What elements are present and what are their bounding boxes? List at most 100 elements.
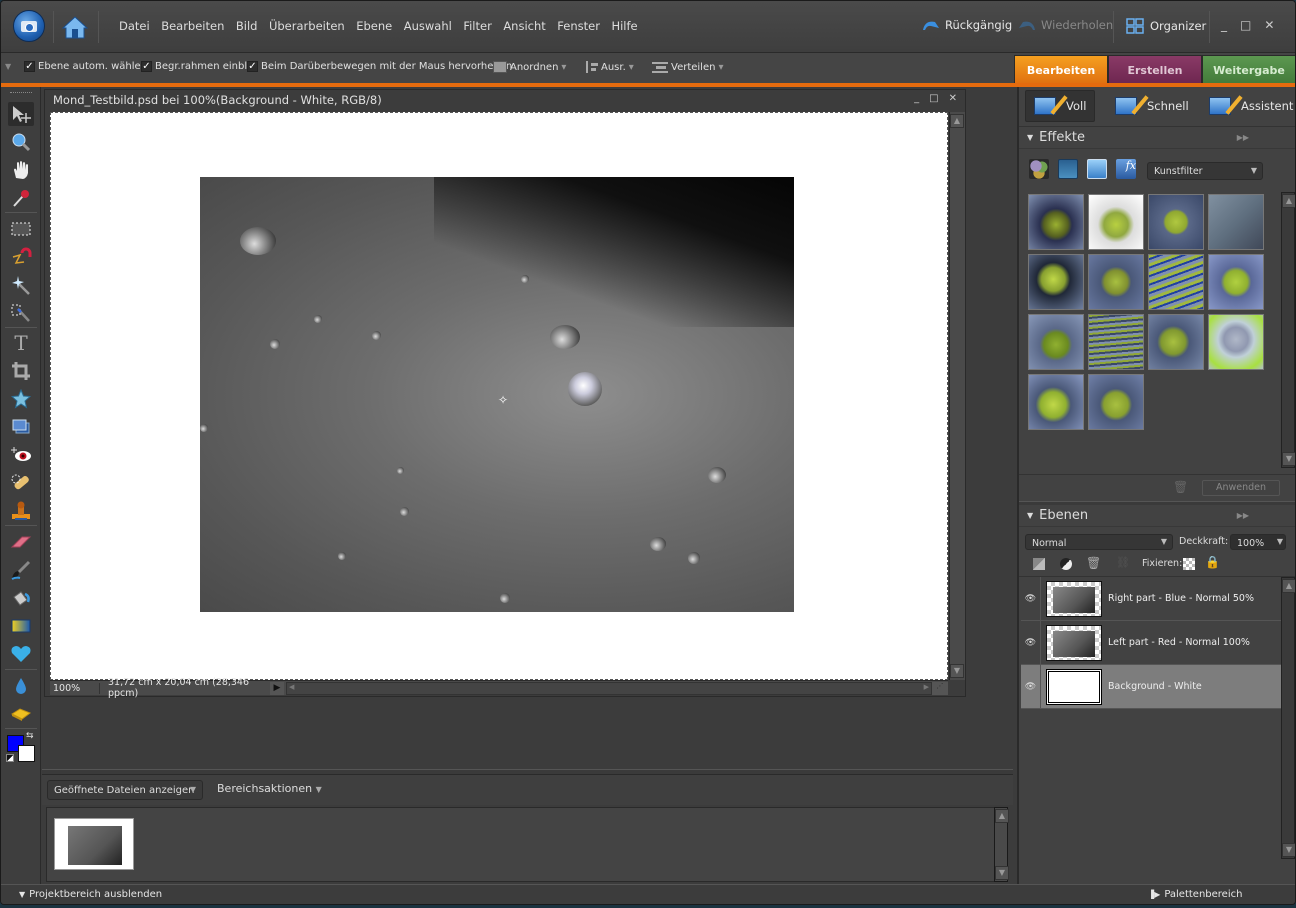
- magic-wand-tool-icon[interactable]: [8, 273, 34, 297]
- rectangular-marquee-tool-icon[interactable]: [8, 217, 34, 241]
- status-menu-arrow-icon[interactable]: ▶: [270, 681, 284, 695]
- align-dropdown[interactable]: Ausr. ▾: [586, 61, 634, 73]
- scroll-up-button[interactable]: ▲: [1282, 194, 1295, 208]
- effect-thumbnail[interactable]: [1208, 254, 1264, 310]
- scroll-up-button[interactable]: ▲: [1282, 579, 1295, 593]
- move-tool-icon[interactable]: [8, 102, 34, 126]
- layer-row[interactable]: 👁 Right part - Blue - Normal 50%: [1021, 576, 1281, 621]
- project-bin-scrollbar[interactable]: ▲ ▼: [994, 807, 1009, 882]
- menu-ebene[interactable]: Ebene: [356, 19, 392, 33]
- mode-assistent[interactable]: Assistent: [1209, 90, 1293, 122]
- sponge-tool-icon[interactable]: [8, 702, 34, 726]
- scroll-left-button[interactable]: ◀: [289, 683, 294, 691]
- visibility-eye-icon[interactable]: 👁: [1021, 576, 1041, 621]
- arrange-dropdown[interactable]: Anordnen ▾: [493, 61, 566, 73]
- effect-thumbnail[interactable]: [1088, 314, 1144, 370]
- red-eye-removal-tool-icon[interactable]: [8, 443, 34, 467]
- undo-button[interactable]: Rückgängig: [921, 18, 1012, 32]
- new-layer-icon[interactable]: [1033, 558, 1045, 570]
- scroll-down-button[interactable]: ▼: [1282, 843, 1295, 857]
- home-icon[interactable]: [62, 15, 88, 39]
- layers-scrollbar[interactable]: ▲ ▼: [1281, 577, 1295, 859]
- effect-thumbnail[interactable]: [1148, 254, 1204, 310]
- straighten-tool-icon[interactable]: [8, 415, 34, 439]
- auto-select-layer-checkbox[interactable]: ✓: [24, 61, 35, 72]
- menu-auswahl[interactable]: Auswahl: [404, 19, 452, 33]
- auto-select-layer-option[interactable]: ✓ Ebene autom. wählen: [24, 61, 147, 72]
- photo-effects-icon[interactable]: [1087, 159, 1107, 179]
- menu-hilfe[interactable]: Hilfe: [611, 19, 637, 33]
- blur-tool-icon[interactable]: [8, 674, 34, 698]
- bin-actions-menu[interactable]: Bereichsaktionen ▼: [217, 782, 322, 795]
- maximize-button[interactable]: □: [1240, 18, 1251, 32]
- lock-transparency-icon[interactable]: [1183, 558, 1195, 570]
- type-tool-icon[interactable]: T: [8, 331, 34, 355]
- app-logo-camera-icon[interactable]: [13, 10, 45, 42]
- gradient-tool-icon[interactable]: [8, 614, 34, 638]
- effects-scrollbar[interactable]: ▲ ▼: [1281, 192, 1295, 468]
- tab-erstellen[interactable]: Erstellen: [1108, 55, 1202, 85]
- doc-close-button[interactable]: ✕: [949, 93, 957, 104]
- effect-thumbnail[interactable]: [1208, 194, 1264, 250]
- effect-thumbnail[interactable]: [1028, 314, 1084, 370]
- tab-bearbeiten[interactable]: Bearbeiten: [1014, 55, 1108, 85]
- tab-weitergabe[interactable]: Weitergabe: [1202, 55, 1295, 85]
- layer-row[interactable]: 👁 Left part - Red - Normal 100%: [1021, 620, 1281, 665]
- effect-thumbnail[interactable]: [1028, 374, 1084, 430]
- spot-healing-brush-tool-icon[interactable]: [8, 471, 34, 495]
- link-layers-icon[interactable]: ⛓: [1116, 556, 1130, 569]
- lock-all-icon[interactable]: 🔒: [1205, 555, 1220, 569]
- effects-panel-header[interactable]: ▼ Effekte ▶▶: [1019, 127, 1295, 149]
- scroll-down-button[interactable]: ▼: [950, 664, 964, 678]
- zoom-level[interactable]: 100%: [50, 682, 100, 694]
- scroll-up-button[interactable]: ▲: [995, 809, 1009, 823]
- panel-menu-icon[interactable]: ▶▶: [1237, 133, 1249, 142]
- apply-effect-button[interactable]: Anwenden: [1202, 480, 1280, 496]
- scroll-down-button[interactable]: ▼: [1282, 452, 1295, 466]
- background-color-swatch[interactable]: [18, 745, 35, 762]
- visibility-eye-icon[interactable]: 👁: [1021, 664, 1041, 709]
- palette-bin-button[interactable]: ▐▶ Palettenbereich: [1148, 889, 1242, 900]
- default-colors-icon[interactable]: [6, 754, 14, 762]
- resize-grip-icon[interactable]: ⋰: [932, 681, 948, 695]
- options-collapse-icon[interactable]: ▼: [5, 62, 11, 71]
- effects-category-dropdown[interactable]: Kunstfilter ▼: [1147, 162, 1263, 180]
- horizontal-scrollbar[interactable]: ◀ ▶: [286, 681, 932, 695]
- minimize-button[interactable]: _: [1221, 18, 1227, 32]
- close-button[interactable]: ✕: [1264, 18, 1274, 32]
- redo-button[interactable]: Wiederholen: [1017, 18, 1113, 32]
- opacity-field[interactable]: 100% ▼: [1230, 534, 1286, 550]
- highlight-on-hover-checkbox[interactable]: ✓: [247, 61, 258, 72]
- adjustment-layer-icon[interactable]: [1060, 558, 1072, 570]
- eyedropper-tool-icon[interactable]: [8, 186, 34, 210]
- zoom-tool-icon[interactable]: [8, 130, 34, 154]
- swap-colors-icon[interactable]: ⇆: [26, 731, 34, 741]
- show-bounding-box-checkbox[interactable]: ✓: [141, 61, 152, 72]
- layers-panel-header[interactable]: ▼ Ebenen ▶▶: [1019, 505, 1295, 527]
- brush-tool-icon[interactable]: [8, 558, 34, 582]
- delete-layer-trash-icon[interactable]: 🗑: [1086, 556, 1101, 570]
- effect-thumbnail[interactable]: [1088, 194, 1144, 250]
- vertical-scrollbar[interactable]: ▲ ▼: [949, 112, 965, 680]
- cookie-cutter-tool-icon[interactable]: [8, 387, 34, 411]
- reference-point-crosshair-icon[interactable]: ✧: [498, 394, 510, 406]
- organizer-button[interactable]: Organizer: [1126, 18, 1206, 34]
- toolbox-grip[interactable]: [10, 92, 32, 93]
- menu-datei[interactable]: Datei: [119, 19, 150, 33]
- doc-minimize-button[interactable]: _: [914, 93, 919, 104]
- eraser-tool-icon[interactable]: [8, 530, 34, 554]
- effect-thumbnail[interactable]: [1088, 254, 1144, 310]
- scroll-down-button[interactable]: ▼: [995, 866, 1009, 880]
- mode-voll[interactable]: Voll: [1025, 90, 1096, 122]
- doc-maximize-button[interactable]: □: [929, 93, 938, 104]
- distribute-dropdown[interactable]: Verteilen ▾: [652, 61, 723, 74]
- panel-menu-icon[interactable]: ▶▶: [1237, 511, 1249, 520]
- menu-fenster[interactable]: Fenster: [557, 19, 600, 33]
- filters-icon[interactable]: [1029, 159, 1049, 179]
- hide-project-bin-button[interactable]: ▼ Projektbereich ausblenden: [19, 889, 162, 900]
- blend-mode-dropdown[interactable]: Normal ▼: [1025, 534, 1173, 550]
- effect-thumbnail[interactable]: [1208, 314, 1264, 370]
- all-effects-fx-icon[interactable]: fx: [1116, 159, 1136, 179]
- custom-shape-tool-icon[interactable]: [8, 642, 34, 666]
- visibility-eye-icon[interactable]: 👁: [1021, 620, 1041, 665]
